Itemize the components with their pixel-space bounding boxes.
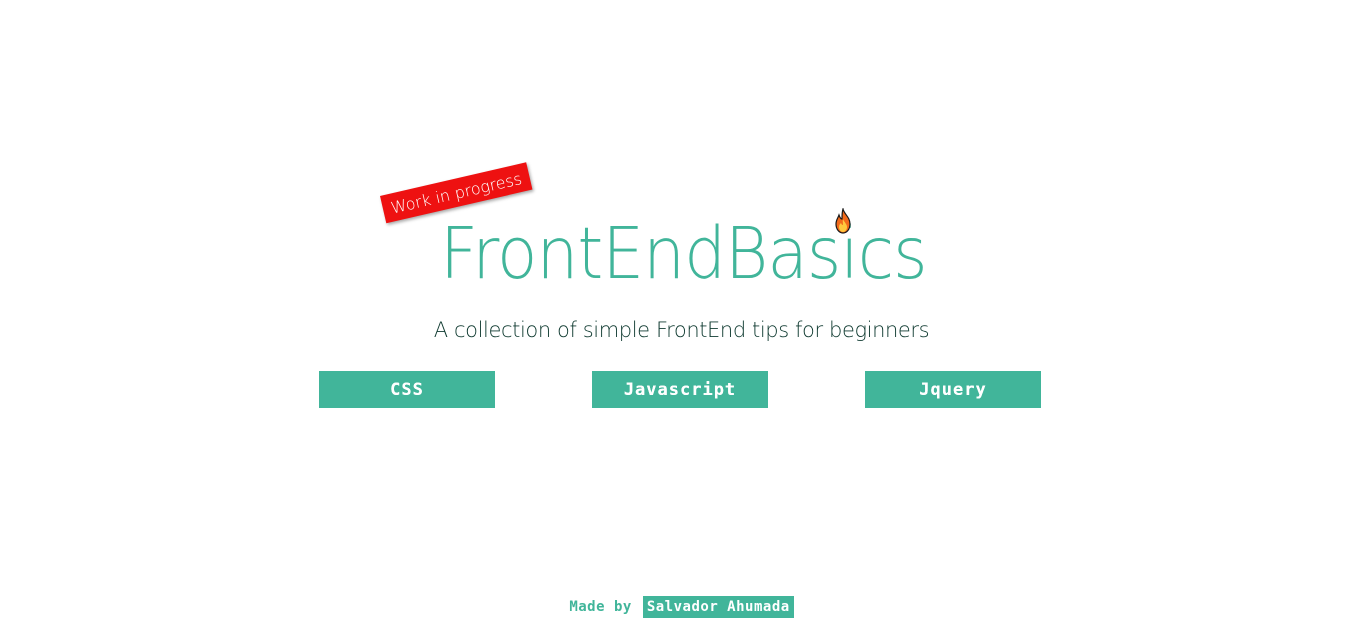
javascript-button[interactable]: Javascript xyxy=(592,371,768,408)
fire-icon xyxy=(832,206,854,234)
title-wrap: FrontEndBasics xyxy=(440,214,940,294)
made-by-label: Made by xyxy=(569,599,632,615)
author-link[interactable]: Salvador Ahumada xyxy=(642,596,794,618)
hero-section: FrontEndBasics Work in progress A collec… xyxy=(0,0,1363,623)
jquery-button[interactable]: Jquery xyxy=(865,371,1041,408)
footer: Made by Salvador Ahumada xyxy=(0,596,1363,618)
page-subtitle: A collection of simple FrontEnd tips for… xyxy=(433,318,930,342)
css-button[interactable]: CSS xyxy=(319,371,495,408)
